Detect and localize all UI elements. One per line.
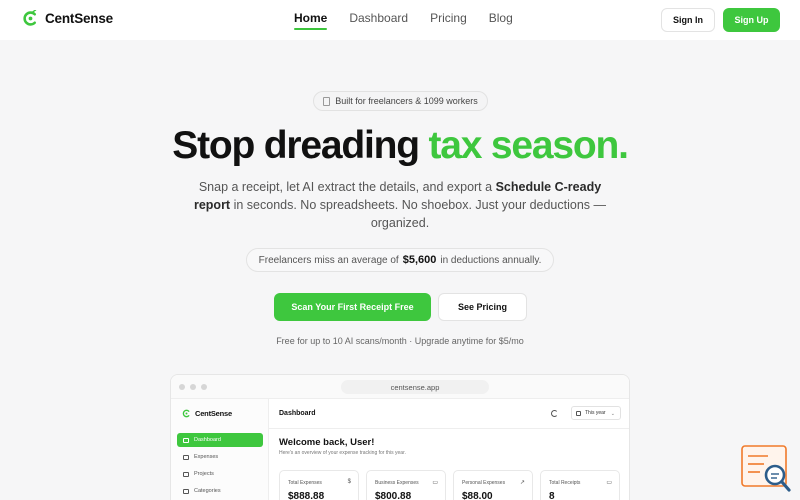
card-label: Total Expenses — [288, 480, 322, 486]
card-label: Business Expenses — [375, 480, 419, 486]
year-select-value: This year — [585, 410, 606, 416]
folder-icon — [183, 471, 189, 477]
stat-pre: Freelancers miss an average of — [258, 254, 399, 266]
dollar-icon: $ — [347, 479, 351, 485]
stat-card-business-expenses: Business Expenses ▭ $800.88 — [366, 470, 446, 500]
browser-bar: centsense.app — [171, 375, 629, 399]
nav-links: Home Dashboard Pricing Blog — [294, 11, 535, 30]
scan-receipt-button[interactable]: Scan Your First Receipt Free — [274, 293, 431, 321]
stat-value: $5,600 — [402, 254, 437, 266]
sidebar-item-label: Expenses — [194, 454, 219, 460]
nav-link-blog[interactable]: Blog — [489, 11, 513, 30]
headline-main: Stop dreading — [172, 124, 429, 167]
subtext-post: in seconds. No spreadsheets. No shoebox.… — [230, 198, 607, 230]
sidebar-item-categories: Categories — [177, 484, 263, 498]
preview-main: Dashboard This year ⌄ Welcome back, User… — [269, 399, 629, 500]
subtext-pre: Snap a receipt, let AI extract the detai… — [198, 180, 496, 194]
stat-card-personal-expenses: Personal Expenses ↗ $88.00 — [453, 470, 533, 500]
window-dots — [179, 384, 207, 390]
cent-logo-icon — [23, 10, 37, 26]
see-pricing-button[interactable]: See Pricing — [438, 293, 527, 321]
divider — [269, 428, 629, 429]
card-value: 8 — [549, 491, 555, 500]
tag-icon — [183, 488, 189, 494]
hero-subtext: Snap a receipt, let AI extract the detai… — [180, 178, 620, 232]
window-dot — [201, 384, 207, 390]
preview-page-title: Dashboard — [279, 410, 316, 417]
briefcase-icon: ▭ — [432, 480, 438, 486]
stat-card-total-receipts: Total Receipts ▭ 8 — [540, 470, 620, 500]
receipt-icon — [183, 454, 189, 460]
brand-name: CentSense — [45, 11, 113, 26]
brand-logo[interactable]: CentSense — [22, 10, 113, 27]
chevron-down-icon: ⌄ — [610, 411, 615, 417]
window-dot — [179, 384, 185, 390]
cent-logo-icon — [182, 409, 190, 418]
preview-brand: CentSense — [182, 409, 232, 418]
stat-post: in deductions annually. — [440, 254, 542, 266]
card-value: $800.88 — [375, 491, 412, 500]
sidebar-item-label: Dashboard — [194, 437, 221, 443]
top-nav: CentSense Home Dashboard Pricing Blog Si… — [0, 0, 800, 40]
nav-link-pricing[interactable]: Pricing — [430, 11, 467, 30]
preview-sidebar: CentSense Dashboard Expenses Projects Ca… — [171, 399, 269, 500]
sidebar-item-projects: Projects — [177, 467, 263, 481]
card-label: Total Receipts — [549, 480, 581, 486]
grid-icon — [183, 437, 189, 443]
document-icon — [323, 96, 331, 106]
trend-icon: ↗ — [519, 480, 525, 486]
window-dot — [190, 384, 196, 390]
moon-icon — [551, 410, 558, 417]
sidebar-item-expenses: Expenses — [177, 450, 263, 464]
card-value: $88.00 — [462, 491, 493, 500]
welcome-heading: Welcome back, User! — [279, 437, 375, 448]
audience-badge-text: Built for freelancers & 1099 workers — [335, 96, 478, 106]
sign-up-button[interactable]: Sign Up — [723, 8, 780, 32]
nav-link-home[interactable]: Home — [294, 11, 328, 30]
search-doc-widget-icon[interactable] — [740, 444, 792, 494]
sidebar-item-dashboard: Dashboard — [177, 433, 263, 447]
headline-accent: tax season. — [428, 124, 628, 167]
card-label: Personal Expenses — [462, 480, 506, 486]
deduction-stat-pill: Freelancers miss an average of $5,600 in… — [246, 248, 554, 272]
welcome-subtext: Here's an overview of your expense track… — [279, 450, 406, 456]
browser-url: centsense.app — [341, 380, 489, 394]
hero-headline: Stop dreading tax season. — [0, 123, 800, 169]
dashboard-preview: centsense.app CentSense Dashboard Expens… — [170, 374, 630, 500]
nav-link-dashboard[interactable]: Dashboard — [349, 11, 408, 30]
stat-card-total-expenses: Total Expenses $ $888.88 — [279, 470, 359, 500]
calendar-icon — [576, 411, 581, 416]
card-value: $888.88 — [288, 491, 325, 500]
pricing-fine-print: Free for up to 10 AI scans/month · Upgra… — [276, 336, 524, 346]
folder-icon: ▭ — [606, 480, 612, 486]
sign-in-button[interactable]: Sign In — [661, 8, 715, 32]
audience-badge: Built for freelancers & 1099 workers — [313, 91, 488, 111]
sidebar-item-label: Categories — [194, 488, 221, 494]
preview-brand-name: CentSense — [195, 409, 232, 418]
year-select: This year ⌄ — [571, 406, 621, 420]
sidebar-item-label: Projects — [194, 471, 214, 477]
